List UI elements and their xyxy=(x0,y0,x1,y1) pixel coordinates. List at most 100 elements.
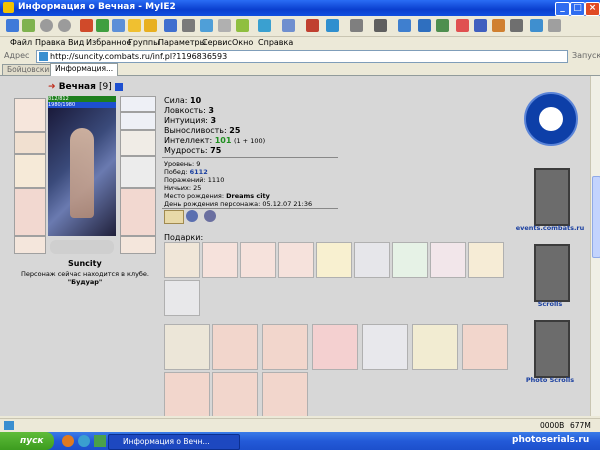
scrolls-badge[interactable]: Scrolls xyxy=(528,244,572,308)
back-arrow-icon[interactable] xyxy=(40,19,53,32)
bracer-slot[interactable] xyxy=(14,132,46,154)
history-icon[interactable] xyxy=(164,19,177,32)
ie-quicklaunch-icon[interactable] xyxy=(78,435,90,447)
gift-roses-1[interactable] xyxy=(212,324,258,370)
address-bar: Адрес http://suncity.combats.ru/inf.pl?1… xyxy=(0,49,600,64)
pants-slot[interactable] xyxy=(120,188,156,236)
info-icon[interactable] xyxy=(114,82,123,91)
start-button[interactable]: пуск xyxy=(0,432,54,450)
helmet-slot[interactable] xyxy=(14,98,46,132)
gift-heart-frame[interactable] xyxy=(312,324,358,370)
gift-bear-2[interactable] xyxy=(240,242,276,278)
options-icon[interactable] xyxy=(548,19,561,32)
block-icon[interactable] xyxy=(306,19,319,32)
menu-groups[interactable]: Группы xyxy=(128,38,159,47)
menu-view[interactable]: Вид xyxy=(68,38,84,47)
shield-slot[interactable] xyxy=(120,156,156,188)
delete-icon[interactable] xyxy=(456,19,469,32)
menu-edit[interactable]: Правка xyxy=(35,38,65,47)
scroll-icon[interactable] xyxy=(164,210,184,224)
task-item-info[interactable]: Информация о Вечн... xyxy=(108,434,240,450)
search-icon[interactable] xyxy=(128,19,141,32)
user-icon[interactable] xyxy=(474,19,487,32)
menu-favorites[interactable]: Избранное xyxy=(86,38,131,47)
gift-roses-2[interactable] xyxy=(262,324,308,370)
gift-bear-3[interactable] xyxy=(278,242,314,278)
gift-roses-6[interactable] xyxy=(262,372,308,416)
gift-roses-5[interactable] xyxy=(212,372,258,416)
address-input[interactable]: http://suncity.combats.ru/inf.pl?1196836… xyxy=(36,50,568,63)
belt-slot[interactable] xyxy=(14,236,46,254)
photo-scrolls-label[interactable]: Photo Scrolls xyxy=(508,376,590,384)
forward-arrow-icon[interactable] xyxy=(58,19,71,32)
gift-roses-3[interactable] xyxy=(462,324,508,370)
favorites-icon[interactable] xyxy=(144,19,157,32)
refresh-icon[interactable] xyxy=(96,19,109,32)
gift-broom[interactable] xyxy=(164,242,200,278)
mail-icon[interactable] xyxy=(200,19,213,32)
menu-file[interactable]: Файл xyxy=(10,38,32,47)
gift-bear-4[interactable] xyxy=(430,242,466,278)
gift-flower-basket[interactable] xyxy=(164,324,210,370)
scrolls-label[interactable]: Scrolls xyxy=(508,300,590,308)
weapon-slot[interactable] xyxy=(14,154,46,188)
tab-info[interactable]: Информация... xyxy=(50,63,119,76)
go-button[interactable]: Запуск xyxy=(572,51,600,60)
taskbar: пуск Информация о Вечн... photoserials.r… xyxy=(0,432,600,450)
ring-slots-2[interactable] xyxy=(120,112,156,130)
gift-key[interactable] xyxy=(316,242,352,278)
armor-slot[interactable] xyxy=(14,188,46,236)
character-avatar[interactable] xyxy=(48,108,116,236)
ring-slots[interactable] xyxy=(120,96,156,112)
window-title: Информация о Вечная - MyIE2 xyxy=(18,2,176,12)
globe-icon[interactable] xyxy=(258,19,271,32)
address-label: Адрес xyxy=(4,51,30,60)
window-list-icon[interactable] xyxy=(530,19,543,32)
gift-gold-flowers[interactable] xyxy=(412,324,458,370)
scrollbar-thumb[interactable] xyxy=(592,176,600,258)
boots-slot[interactable] xyxy=(120,236,156,254)
events-badge[interactable]: events.combats.ru xyxy=(516,168,584,232)
lock-icon[interactable] xyxy=(418,19,431,32)
zodiac-cancer-icon[interactable] xyxy=(524,92,578,146)
collector-icon[interactable] xyxy=(510,19,523,32)
gift-jester-hat[interactable] xyxy=(392,242,428,278)
clan-icon[interactable] xyxy=(186,210,198,222)
gift-bear-1[interactable] xyxy=(202,242,238,278)
character-name[interactable]: Вечная xyxy=(59,82,96,92)
menu-window[interactable]: Окно xyxy=(232,38,253,47)
new-window-icon[interactable] xyxy=(6,19,19,32)
print-icon[interactable] xyxy=(182,19,195,32)
maximize-button[interactable]: □ xyxy=(570,2,585,16)
gift-statue[interactable] xyxy=(164,280,200,316)
clean-icon[interactable] xyxy=(492,19,505,32)
browser-quicklaunch-icon[interactable] xyxy=(62,435,74,447)
menu-options[interactable]: Параметры xyxy=(158,38,206,47)
menu-service[interactable]: Сервис xyxy=(202,38,232,47)
tools-icon[interactable] xyxy=(236,19,249,32)
home-icon[interactable] xyxy=(112,19,125,32)
screen-icon[interactable] xyxy=(398,19,411,32)
gift-roses-4[interactable] xyxy=(164,372,210,416)
events-label[interactable]: events.combats.ru xyxy=(508,224,590,232)
stop-icon[interactable] xyxy=(80,19,93,32)
globe-icon-2[interactable] xyxy=(326,19,339,32)
gift-chocolate-box[interactable] xyxy=(354,242,390,278)
window-icon[interactable] xyxy=(282,19,295,32)
gift-candle[interactable] xyxy=(468,242,504,278)
camera-icon[interactable] xyxy=(374,19,387,32)
arrow-right-icon[interactable] xyxy=(436,19,449,32)
minimize-button[interactable]: _ xyxy=(555,2,570,16)
gloves-slot[interactable] xyxy=(120,130,156,156)
vertical-scrollbar[interactable] xyxy=(590,76,600,416)
edit-icon[interactable] xyxy=(218,19,231,32)
gift-silver-frame[interactable] xyxy=(362,324,408,370)
desktop-quicklaunch-icon[interactable] xyxy=(94,435,106,447)
align-icon[interactable] xyxy=(204,210,216,222)
back-icon[interactable] xyxy=(22,19,35,32)
close-button[interactable]: × xyxy=(585,2,600,16)
info-draws: Ничьих: 25 xyxy=(164,184,202,192)
menu-help[interactable]: Справка xyxy=(258,38,293,47)
image-icon[interactable] xyxy=(350,19,363,32)
photo-scrolls-badge[interactable]: Photo Scrolls xyxy=(526,320,574,384)
